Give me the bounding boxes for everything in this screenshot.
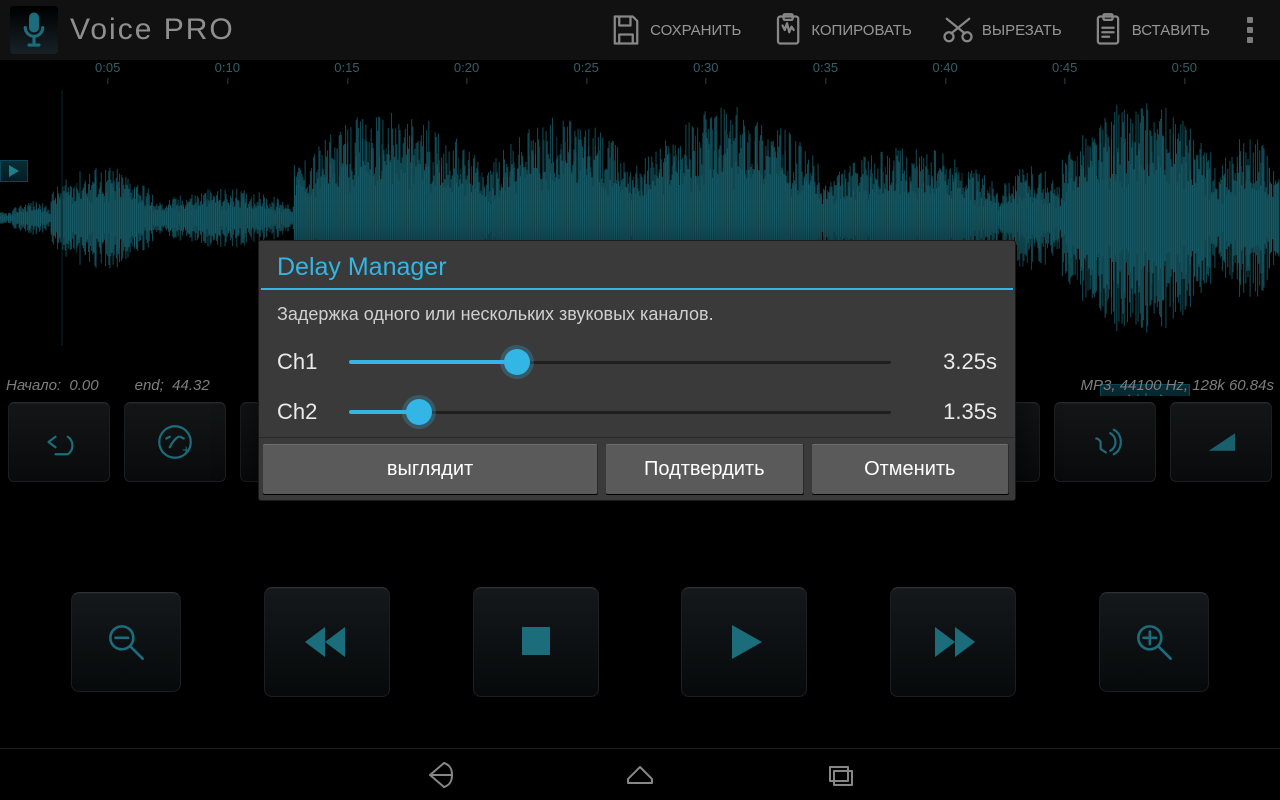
ch1-slider[interactable] (349, 347, 891, 377)
confirm-button[interactable]: Подтвердить (606, 444, 803, 494)
ch2-label: Ch2 (277, 399, 333, 425)
preview-button[interactable]: выглядит (263, 444, 598, 494)
ch1-value: 3.25s (907, 349, 997, 375)
delay-manager-dialog: Delay Manager Задержка одного или нескол… (258, 240, 1016, 501)
dialog-title: Delay Manager (259, 241, 1015, 288)
channel2-row: Ch2 1.35s (259, 387, 1015, 437)
cancel-button[interactable]: Отменить (812, 444, 1009, 494)
dialog-divider (261, 288, 1013, 290)
dialog-buttons: выглядит Подтвердить Отменить (259, 437, 1015, 500)
ch2-value: 1.35s (907, 399, 997, 425)
dialog-description: Задержка одного или нескольких звуковых … (259, 300, 1015, 337)
ch1-label: Ch1 (277, 349, 333, 375)
channel1-row: Ch1 3.25s (259, 337, 1015, 387)
ch2-slider[interactable] (349, 397, 891, 427)
